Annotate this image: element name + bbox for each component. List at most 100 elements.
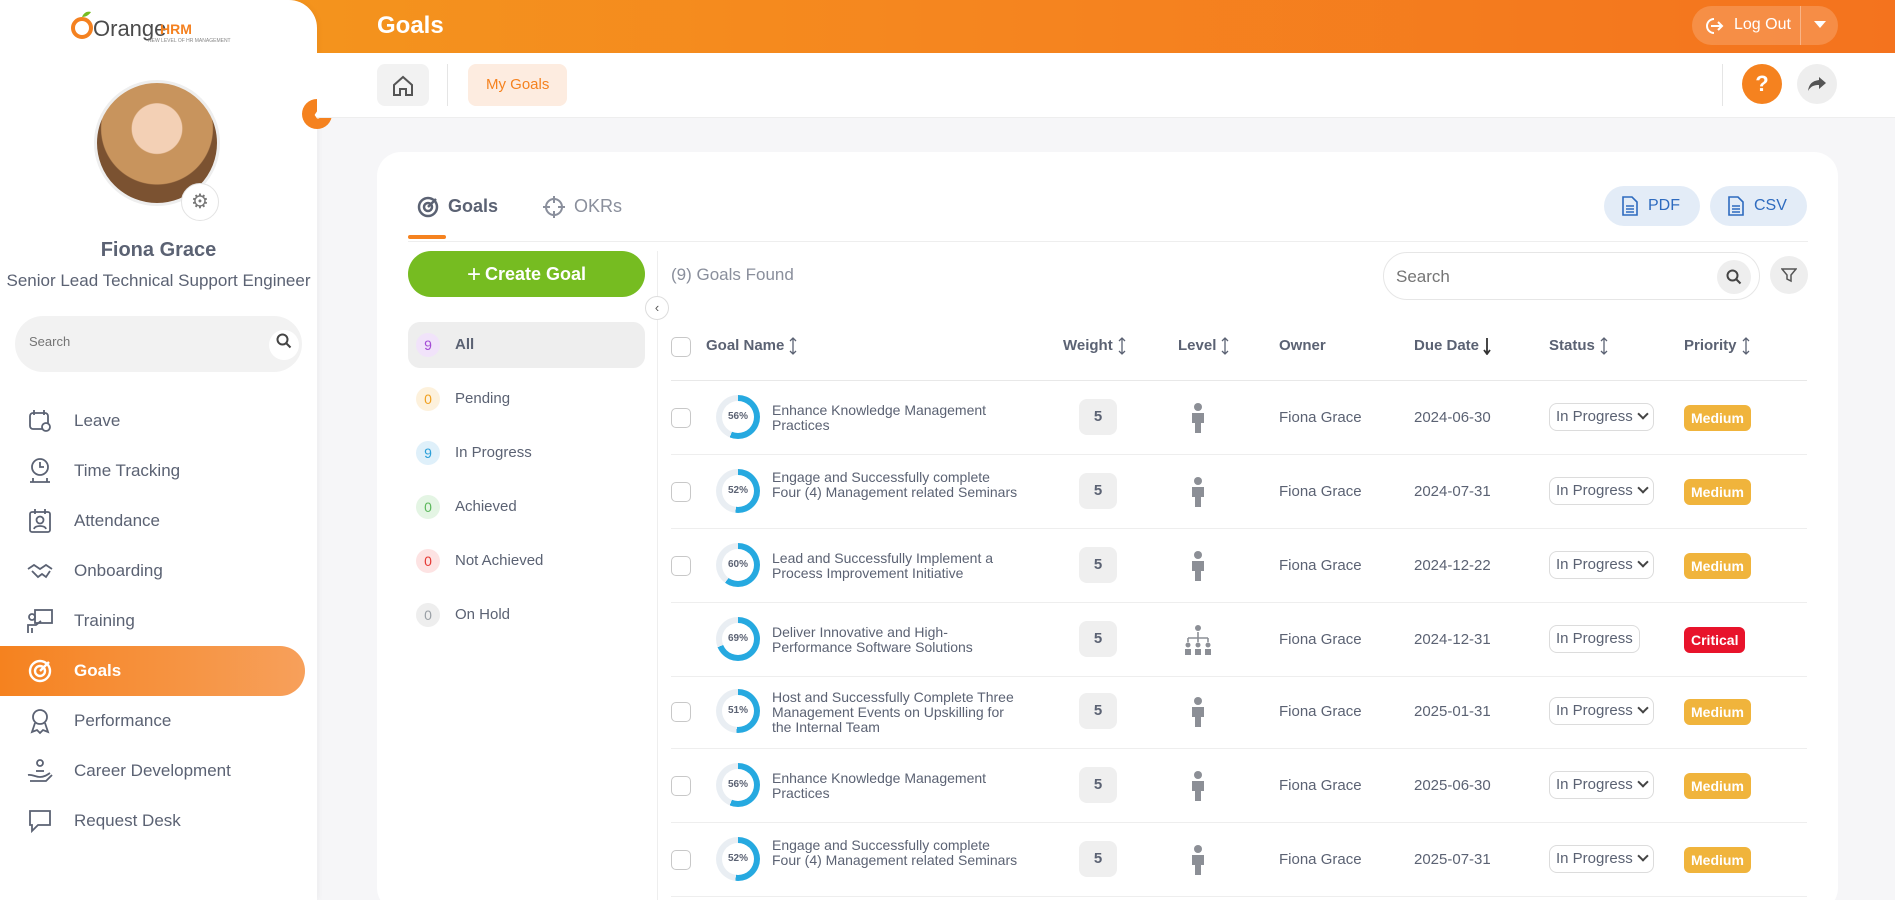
- attendance-icon: [26, 507, 54, 535]
- due-date: 2024-06-30: [1414, 409, 1491, 426]
- logo-brand: HRM: [160, 21, 192, 37]
- row-checkbox[interactable]: [671, 776, 691, 796]
- sidebar-item-label: Goals: [74, 661, 122, 680]
- due-date: 2025-01-31: [1414, 703, 1491, 720]
- home-button[interactable]: [377, 64, 429, 106]
- priority-badge: Critical: [1684, 627, 1746, 653]
- filter-count-badge: 0: [416, 549, 440, 573]
- select-all-checkbox[interactable]: [671, 337, 691, 357]
- status-label: In Progress: [1556, 408, 1633, 425]
- sidebar-item-goals[interactable]: Goals: [0, 646, 305, 696]
- goal-search-input[interactable]: [1396, 267, 1696, 287]
- status-dropdown[interactable]: In Progress: [1549, 697, 1654, 725]
- filter-in-progress[interactable]: 9 In Progress: [408, 430, 645, 476]
- goal-name-link[interactable]: Lead and Successfully Implement a Proces…: [772, 551, 1022, 581]
- filter-label: Not Achieved: [455, 552, 544, 569]
- goal-name-link[interactable]: Deliver Innovative and High-Performance …: [772, 625, 1022, 655]
- tab-okrs[interactable]: OKRs: [542, 195, 622, 219]
- sidebar-item-attendance[interactable]: Attendance: [0, 496, 305, 546]
- logout-button[interactable]: Log Out: [1692, 6, 1838, 45]
- divider: [1722, 64, 1723, 106]
- goal-name-link[interactable]: Enhance Knowledge Management Practices: [772, 771, 1022, 801]
- status-dropdown[interactable]: In Progress: [1549, 845, 1654, 873]
- create-goal-button[interactable]: + Create Goal: [408, 251, 645, 297]
- row-checkbox[interactable]: [671, 702, 691, 722]
- column-goal-name[interactable]: Goal Name: [706, 337, 798, 355]
- sidebar-item-label: Onboarding: [74, 561, 163, 580]
- export-csv-label: CSV: [1754, 197, 1787, 214]
- sidebar-item-label: Leave: [74, 411, 121, 430]
- status-dropdown[interactable]: In Progress: [1549, 477, 1654, 505]
- sidebar-search-input[interactable]: [29, 334, 249, 349]
- column-status[interactable]: Status: [1549, 337, 1609, 355]
- due-date: 2024-12-31: [1414, 631, 1491, 648]
- progress-label: 52%: [722, 843, 754, 875]
- goal-name-link[interactable]: Enhance Knowledge Management Practices: [772, 403, 1022, 433]
- gear-icon[interactable]: ⚙: [181, 183, 219, 221]
- document-icon: [1622, 196, 1638, 216]
- leave-icon: [26, 407, 54, 435]
- filter-not-achieved[interactable]: 0 Not Achieved: [408, 538, 645, 584]
- sidebar-item-career-development[interactable]: Career Development: [0, 746, 305, 796]
- filter-pending[interactable]: 0 Pending: [408, 376, 645, 422]
- filter-all[interactable]: 9 All: [408, 322, 645, 368]
- progress-label: 52%: [722, 475, 754, 507]
- status-label: In Progress: [1556, 556, 1633, 573]
- chevron-down-icon: [1637, 776, 1649, 788]
- export-pdf-button[interactable]: PDF: [1604, 186, 1700, 226]
- orangehrm-logo-icon: Orange HRM NEW LEVEL OF HR MANAGEMENT: [71, 11, 231, 44]
- sort-icon: [1742, 337, 1749, 355]
- column-level[interactable]: Level: [1178, 337, 1230, 355]
- share-button[interactable]: [1797, 64, 1837, 104]
- sidebar-item-performance[interactable]: Performance: [0, 696, 305, 746]
- export-pdf-label: PDF: [1648, 197, 1680, 214]
- row-checkbox[interactable]: [671, 482, 691, 502]
- logo[interactable]: Orange HRM NEW LEVEL OF HR MANAGEMENT: [70, 8, 250, 44]
- table-row: 52% Engage and Successfully complete Four…: [671, 823, 1807, 897]
- sort-icon: [1118, 337, 1126, 355]
- sidebar-item-onboarding[interactable]: Onboarding: [0, 546, 305, 596]
- sidebar-item-time-tracking[interactable]: Time Tracking: [0, 446, 305, 496]
- table-row: 69% Deliver Innovative and High-Performan…: [671, 603, 1807, 677]
- owner-name: Fiona Grace: [1279, 777, 1362, 794]
- help-button[interactable]: ?: [1742, 64, 1782, 104]
- search-icon[interactable]: [269, 330, 299, 360]
- breadcrumb-my-goals[interactable]: My Goals: [468, 64, 568, 106]
- sidebar-item-training[interactable]: Training: [0, 596, 305, 646]
- export-csv-button[interactable]: CSV: [1710, 186, 1807, 226]
- filter-on-hold[interactable]: 0 On Hold: [408, 592, 645, 638]
- goal-name-link[interactable]: Host and Successfully Complete Three Man…: [772, 690, 1022, 735]
- status-dropdown[interactable]: In Progress: [1549, 551, 1654, 579]
- filter-count-badge: 0: [416, 495, 440, 519]
- row-checkbox[interactable]: [671, 556, 691, 576]
- status-label: In Progress: [1556, 702, 1633, 719]
- status-dropdown[interactable]: In Progress: [1549, 403, 1654, 431]
- goal-name-link[interactable]: Engage and Successfully complete Four (4…: [772, 470, 1022, 500]
- filter-achieved[interactable]: 0 Achieved: [408, 484, 645, 530]
- status-dropdown[interactable]: In Progress: [1549, 771, 1654, 799]
- column-priority[interactable]: Priority: [1684, 337, 1751, 355]
- column-weight[interactable]: Weight: [1063, 337, 1127, 355]
- sort-descending-icon: [1483, 338, 1491, 356]
- column-owner: Owner: [1279, 337, 1326, 354]
- goal-name-link[interactable]: Engage and Successfully complete Four (4…: [772, 838, 1022, 868]
- status-label: In Progress: [1556, 482, 1633, 499]
- chevron-down-icon[interactable]: [1814, 21, 1826, 28]
- owner-name: Fiona Grace: [1279, 409, 1362, 426]
- goals-found-count: (9) Goals Found: [671, 265, 794, 284]
- row-checkbox[interactable]: [671, 850, 691, 870]
- search-icon[interactable]: [1717, 260, 1751, 294]
- filter-button[interactable]: [1770, 256, 1808, 294]
- collapse-filter-panel-button[interactable]: ‹: [645, 296, 669, 320]
- owner-name: Fiona Grace: [1279, 631, 1362, 648]
- tab-goals[interactable]: Goals: [416, 195, 498, 219]
- sidebar: Orange HRM NEW LEVEL OF HR MANAGEMENT ⚙ …: [0, 0, 317, 900]
- row-checkbox[interactable]: [671, 408, 691, 428]
- column-due-date[interactable]: Due Date: [1414, 337, 1493, 356]
- priority-badge: Medium: [1684, 699, 1751, 725]
- sidebar-item-leave[interactable]: Leave: [0, 396, 305, 446]
- filter-label: Pending: [455, 390, 511, 407]
- sidebar-item-request-desk[interactable]: Request Desk: [0, 796, 305, 846]
- chevron-down-icon: [1637, 556, 1649, 568]
- table-row: 56% Enhance Knowledge Management Practice…: [671, 381, 1807, 455]
